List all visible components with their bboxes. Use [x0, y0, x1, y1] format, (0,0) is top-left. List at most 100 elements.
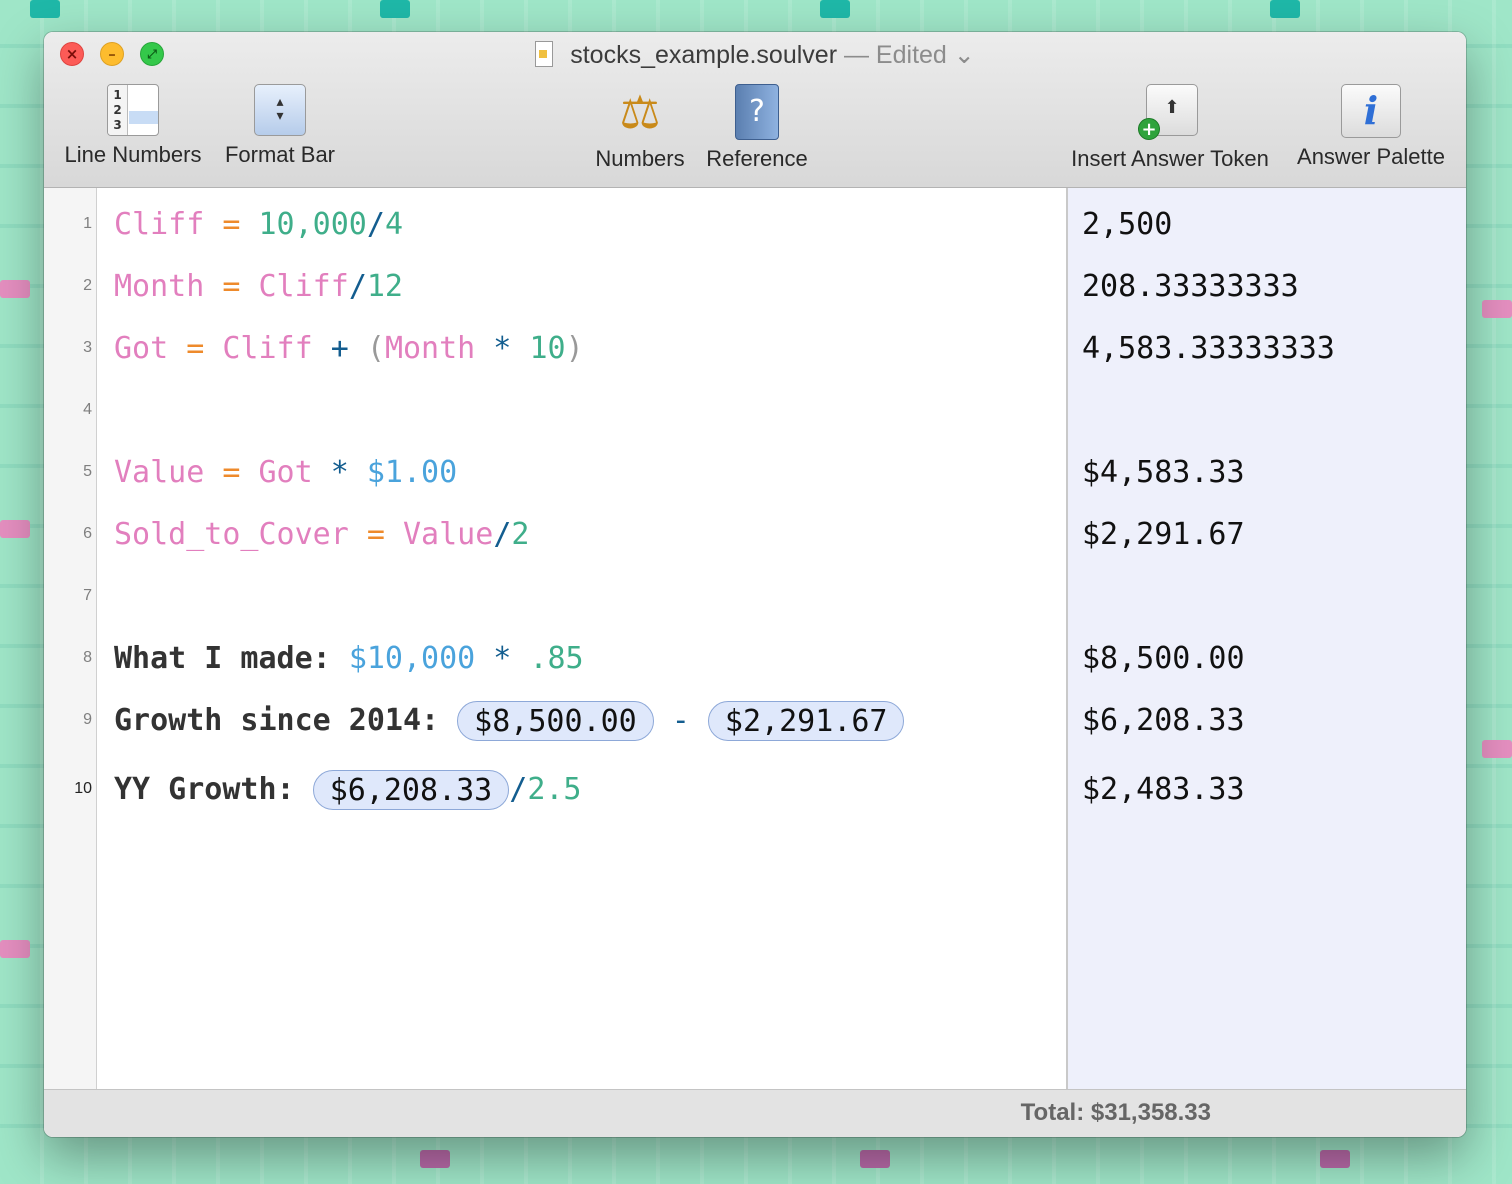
editor-line[interactable]: Month = Cliff/12 [114, 267, 403, 307]
expression-fragment: 10,000 [258, 207, 367, 242]
toolbar: × – ⤢ stocks_example.soulver — Edited ⌄ … [44, 32, 1466, 188]
expression-fragment: = [204, 269, 259, 304]
desktop-pattern [30, 0, 60, 18]
answer-value[interactable]: $2,291.67 [1082, 515, 1245, 555]
line-number-gutter: 1 2 3 4 5 6 7 8 9 10 [44, 188, 97, 1089]
expression-fragment: .85 [529, 641, 584, 676]
line-number: 10 [74, 780, 92, 797]
desktop-pattern [420, 1150, 450, 1168]
line-number: 8 [83, 649, 92, 666]
expression-fragment: Cliff [114, 207, 205, 242]
expression-fragment: = [348, 517, 403, 552]
expression-fragment: = [204, 455, 259, 490]
answer-value[interactable]: 4,583.33333333 [1082, 329, 1335, 369]
expression-fragment: Growth since 2014: [114, 703, 458, 738]
reference-button[interactable]: ? Reference [700, 84, 814, 172]
answer-value[interactable]: $2,483.33 [1082, 770, 1245, 810]
expression-fragment: - [653, 703, 708, 738]
expression-fragment: 2 [511, 517, 530, 552]
status-bar: Total: $31,358.33 [44, 1089, 1466, 1137]
expression-fragment: = [168, 331, 223, 366]
insert-token-icon: ⬆ + [1138, 84, 1198, 140]
editor-line[interactable]: Growth since 2014: $8,500.00 - $2,291.67 [114, 701, 905, 741]
format-bar-button[interactable]: ▴ ▾ Format Bar [220, 84, 340, 168]
answer-token[interactable]: $8,500.00 [457, 701, 654, 741]
line-numbers-button[interactable]: 123 Line Numbers [60, 84, 206, 168]
info-icon: i [1341, 84, 1401, 138]
answer-value[interactable]: $4,583.33 [1082, 453, 1245, 493]
answer-column[interactable]: 2,500 208.33333333 4,583.33333333 $4,583.33… [1066, 188, 1466, 1089]
answer-value[interactable]: $6,208.33 [1082, 701, 1245, 741]
line-number: 4 [83, 401, 92, 418]
editor-area[interactable]: Cliff = 10,000/4 Month = Cliff/12 Got = Cl… [97, 188, 1066, 1089]
answer-value[interactable]: 2,500 [1082, 205, 1172, 245]
reference-book-icon: ? [735, 84, 779, 140]
desktop-pattern [380, 0, 410, 18]
answer-value[interactable]: 208.33333333 [1082, 267, 1299, 307]
expression-fragment: Cliff [258, 269, 349, 304]
editor-line[interactable]: Cliff = 10,000/4 [114, 205, 403, 245]
editor-line[interactable]: YY Growth: $6,208.33/2.5 [114, 770, 582, 810]
insert-answer-token-button[interactable]: ⬆ + Insert Answer Token [1060, 84, 1280, 172]
expression-fragment: Sold_to_Cover [114, 517, 349, 552]
line-number: 1 [83, 215, 92, 232]
expression-fragment: Month [114, 269, 205, 304]
insert-answer-token-label: Insert Answer Token [1071, 146, 1269, 171]
window-filename: stocks_example.soulver [570, 41, 838, 69]
expression-fragment: YY Growth: [114, 772, 313, 807]
format-bar-label: Format Bar [224, 142, 336, 167]
numbers-label: Numbers [595, 146, 685, 171]
line-number: 7 [83, 587, 92, 604]
expression-fragment: * [312, 455, 367, 490]
answer-value[interactable]: $8,500.00 [1082, 639, 1245, 679]
expression-fragment: ) [565, 331, 584, 366]
scales-icon: ⚖ [619, 85, 661, 139]
line-numbers-label: Line Numbers [64, 142, 202, 167]
reference-label: Reference [706, 146, 808, 171]
expression-fragment: 4 [384, 207, 403, 242]
expression-fragment: 12 [366, 269, 403, 304]
expression-fragment: What I made: [114, 641, 349, 676]
desktop-pattern [1320, 1150, 1350, 1168]
answer-token[interactable]: $2,291.67 [707, 701, 905, 741]
line-numbers-icon: 123 [107, 84, 159, 136]
expression-fragment: / [348, 269, 367, 304]
editor-line[interactable]: Got = Cliff + (Month * 10) [114, 329, 584, 369]
line-number: 2 [83, 277, 92, 294]
plus-icon: + [1138, 118, 1160, 140]
format-bar-icon: ▴ ▾ [254, 84, 306, 136]
expression-fragment: ( [366, 331, 385, 366]
answer-token[interactable]: $6,208.33 [312, 770, 510, 810]
desktop-pattern [1482, 740, 1512, 758]
desktop-pattern [1270, 0, 1300, 18]
expression-fragment: 2.5 [527, 772, 582, 807]
document-icon [535, 41, 554, 67]
total-label[interactable]: Total: $31,358.33 [1021, 1099, 1211, 1127]
expression-fragment: = [204, 207, 259, 242]
expression-fragment: Month [384, 331, 476, 366]
line-number: 9 [83, 711, 92, 728]
desktop-pattern [820, 0, 850, 18]
window-title[interactable]: stocks_example.soulver — Edited ⌄ [44, 40, 1466, 70]
expression-fragment: Value [114, 455, 205, 490]
editor-line[interactable]: Sold_to_Cover = Value/2 [114, 515, 529, 555]
expression-fragment: $10,000 [348, 641, 476, 676]
answer-palette-label: Answer Palette [1297, 144, 1445, 169]
editor-line[interactable]: Value = Got * $1.00 [114, 453, 457, 493]
expression-fragment: * [475, 331, 530, 366]
app-window: × – ⤢ stocks_example.soulver — Edited ⌄ … [44, 32, 1466, 1137]
answer-palette-button[interactable]: i Answer Palette [1290, 84, 1452, 170]
expression-fragment: + [312, 331, 367, 366]
desktop-pattern [0, 280, 30, 298]
expression-fragment: Got [114, 331, 169, 366]
expression-fragment: 10 [529, 331, 566, 366]
expression-fragment: / [509, 772, 528, 807]
numbers-button[interactable]: ⚖ Numbers [590, 84, 690, 172]
editor-line[interactable]: What I made: $10,000 * .85 [114, 639, 584, 679]
expression-fragment: $1.00 [366, 455, 458, 490]
expression-fragment: / [366, 207, 385, 242]
desktop-pattern [860, 1150, 890, 1168]
edited-status[interactable]: — Edited ⌄ [844, 41, 975, 69]
desktop-pattern [0, 520, 30, 538]
expression-fragment: Cliff [222, 331, 313, 366]
